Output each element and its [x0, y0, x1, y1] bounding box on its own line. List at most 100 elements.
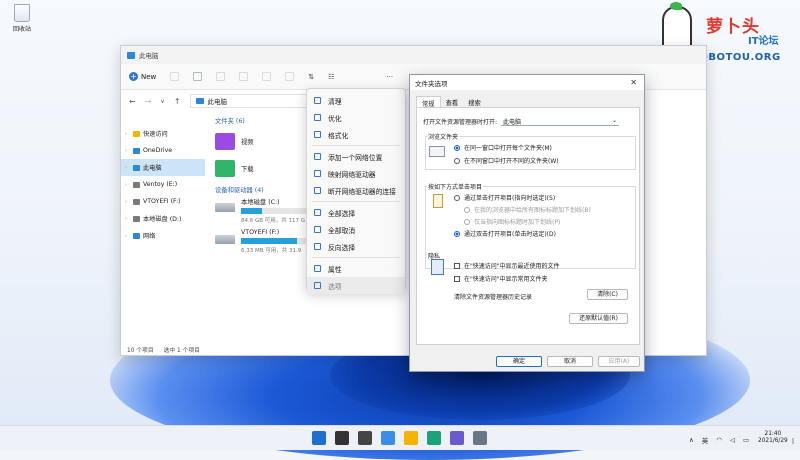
radio-disabled-icon — [464, 206, 470, 213]
checkbox-icon — [454, 275, 460, 282]
widgets-icon[interactable] — [381, 431, 395, 445]
rename-icon[interactable] — [239, 72, 249, 81]
recycle-bin[interactable]: 回收站 — [8, 4, 36, 33]
up-arrow-icon[interactable]: ↑ — [174, 97, 181, 106]
menu-item[interactable]: 属性 — [307, 260, 405, 277]
clock[interactable]: 21:40 2021/6/29 — [758, 431, 788, 445]
cut-icon[interactable] — [170, 72, 180, 81]
taskview-icon[interactable] — [358, 431, 372, 445]
sort-icon[interactable]: ⇅ — [308, 73, 314, 81]
chevron-right-icon[interactable]: › — [125, 148, 130, 154]
sidebar-item[interactable]: › 本地磁盘 (D:) — [121, 210, 205, 227]
folder-icon — [215, 160, 235, 177]
start-icon[interactable] — [312, 431, 326, 445]
menu-item-icon — [314, 187, 321, 194]
menu-item-label: 格式化 — [328, 131, 349, 140]
sidebar-item-icon — [133, 198, 140, 205]
sidebar-item[interactable]: › VTOYEFI (F:) — [121, 193, 205, 210]
copy-icon[interactable] — [193, 72, 203, 81]
sidebar-item-icon — [133, 181, 140, 188]
tray-expand-icon[interactable]: ∧ — [689, 436, 694, 444]
delete-icon[interactable] — [285, 72, 295, 81]
show-desktop-edge[interactable]: | — [792, 438, 794, 445]
tab-general[interactable]: 常规 — [416, 96, 441, 108]
sidebar-item[interactable]: › Ventoy (E:) — [121, 176, 205, 193]
menu-item[interactable]: 添加一个网络位置 — [307, 148, 405, 165]
taskbar: ∧ 英 ◠ ◁ ▭ 21:40 2021/6/29 | — [0, 425, 800, 450]
sidebar-item-label: 快速访问 — [143, 131, 168, 138]
edge-icon[interactable] — [427, 431, 441, 445]
sidebar-item[interactable]: › OneDrive — [121, 142, 205, 159]
menu-item-label: 反向选择 — [328, 243, 356, 252]
restore-defaults-button[interactable]: 还原默认值(R) — [569, 313, 628, 324]
dialog-titlebar[interactable]: 文件夹选项 ✕ — [410, 75, 644, 90]
menu-item[interactable]: 映射网络驱动器 — [307, 165, 405, 182]
close-icon[interactable]: ✕ — [630, 78, 637, 87]
recycle-bin-label: 回收站 — [12, 26, 31, 33]
open-with-label: 打开文件资源管理器时打开: — [423, 119, 498, 126]
cancel-button[interactable]: 取消 — [547, 356, 593, 367]
volume-icon[interactable]: ◁ — [730, 436, 735, 444]
recent-locations-icon[interactable]: ∨ — [160, 98, 164, 105]
menu-item-icon — [314, 226, 321, 233]
clear-history-label: 清除文件资源管理器历史记录 — [454, 294, 533, 301]
radio-same-window[interactable]: 在同一窗口中打开每个文件夹(M) — [454, 143, 552, 152]
menu-item[interactable]: 清理 — [307, 92, 405, 109]
tab-search[interactable]: 搜索 — [463, 96, 486, 107]
paste-icon[interactable] — [216, 72, 226, 81]
input-method-indicator[interactable]: 英 — [702, 435, 709, 445]
menu-item[interactable]: 选项 — [307, 277, 405, 294]
view-icon[interactable]: ☷ — [328, 73, 334, 81]
battery-icon[interactable]: ▭ — [743, 436, 749, 444]
checkbox-frequent-folders[interactable]: 在"快速访问"中显示常用文件夹 — [454, 274, 548, 283]
chevron-right-icon[interactable]: › — [125, 233, 130, 239]
this-pc-icon — [195, 98, 204, 104]
radio-new-window[interactable]: 在不同窗口中打开不同的文件夹(W) — [454, 156, 559, 165]
radio-single-click[interactable]: 通过单击打开项目(指向时选定)(S) — [454, 193, 555, 202]
chevron-right-icon[interactable]: › — [125, 216, 130, 222]
chevron-right-icon[interactable]: › — [125, 199, 130, 205]
more-options-icon[interactable]: ··· — [386, 73, 393, 81]
status-bar: 10 个项目 选中 1 个项目 — [127, 345, 200, 354]
drive-usage-bar — [241, 208, 311, 214]
more-options-menu: 清理 优化格式化添加一个网络位置 映射网络驱动器 断开网络驱动器的连接 全部选择全部取消… — [306, 88, 406, 294]
mascot-leaf — [670, 2, 682, 10]
tab-view[interactable]: 查看 — [441, 96, 464, 107]
sidebar-item[interactable]: › 快速访问 — [121, 125, 205, 142]
menu-item[interactable]: 反向选择 — [307, 238, 405, 255]
settings-icon[interactable] — [473, 431, 487, 445]
sidebar-item[interactable]: › 网络 — [121, 227, 205, 244]
wifi-icon[interactable]: ◠ — [716, 436, 722, 444]
radio-underline-all: 在我的浏览器中给所有图标标题加下划线(B) — [464, 205, 591, 214]
open-with-select[interactable]: 此电脑 ⌄ — [501, 117, 620, 126]
explorer-titlebar[interactable]: 此电脑 — [121, 46, 706, 64]
ok-button[interactable]: 确定 — [496, 356, 542, 367]
privacy-shield-icon — [431, 259, 444, 275]
share-icon[interactable] — [262, 72, 272, 81]
menu-item[interactable]: 全部取消 — [307, 221, 405, 238]
menu-item[interactable]: 全部选择 — [307, 204, 405, 221]
dialog-title: 文件夹选项 — [415, 79, 448, 88]
clock-time: 21:40 — [764, 431, 782, 437]
menu-item[interactable]: 优化 — [307, 109, 405, 126]
sidebar-item[interactable]: › 此电脑 — [121, 159, 205, 176]
store-icon[interactable] — [450, 431, 464, 445]
checkbox-recent-files[interactable]: 在"快速访问"中显示最近使用的文件 — [454, 261, 560, 270]
radio-single-click-label: 通过单击打开项目(指向时选定)(S) — [464, 195, 556, 202]
chevron-right-icon[interactable]: › — [125, 165, 130, 171]
clear-button[interactable]: 清除(C) — [587, 289, 628, 300]
menu-item[interactable]: 格式化 — [307, 126, 405, 143]
apply-button[interactable]: 应用(A) — [598, 356, 640, 367]
back-arrow-icon[interactable]: ← — [129, 97, 136, 106]
forward-arrow-icon[interactable]: → — [145, 97, 152, 106]
chevron-right-icon[interactable]: › — [125, 182, 130, 188]
chevron-right-icon[interactable]: › — [125, 131, 130, 137]
new-button[interactable]: + New — [129, 72, 156, 81]
menu-item-label: 全部取消 — [328, 226, 356, 235]
radio-double-click[interactable]: 通过双击打开项目(单击时选定)(D) — [454, 229, 556, 238]
menu-item[interactable]: 断开网络驱动器的连接 — [307, 182, 405, 199]
search-icon[interactable] — [335, 431, 349, 445]
explorer-icon[interactable] — [404, 431, 418, 445]
item-count: 10 个项目 — [127, 348, 154, 354]
radio-same-window-label: 在同一窗口中打开每个文件夹(M) — [464, 145, 552, 152]
